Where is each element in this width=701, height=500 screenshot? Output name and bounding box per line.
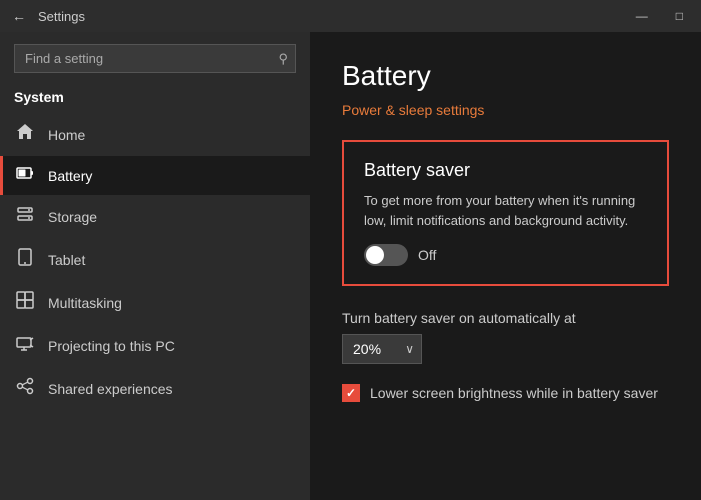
sidebar-item-label-shared: Shared experiences [48, 381, 173, 397]
home-icon [14, 123, 36, 146]
sidebar-item-label-multitasking: Multitasking [48, 295, 122, 311]
sidebar-item-battery[interactable]: Battery [0, 156, 310, 195]
sidebar: ⚲ System Home Battery [0, 32, 310, 500]
sidebar-section-label: System [0, 83, 310, 113]
project-icon [14, 334, 36, 357]
main-layout: ⚲ System Home Battery [0, 32, 701, 500]
sidebar-item-projecting[interactable]: Projecting to this PC [0, 324, 310, 367]
minimize-button[interactable]: — [630, 7, 654, 25]
dropdown-wrapper: 10% 20% 30% 50% [342, 334, 422, 364]
brightness-row: ✓ Lower screen brightness while in batte… [342, 384, 669, 402]
sidebar-item-label-battery: Battery [48, 168, 92, 184]
battery-saver-toggle[interactable] [364, 244, 408, 266]
tablet-icon [14, 248, 36, 271]
toggle-row: Off [364, 244, 647, 266]
search-icon: ⚲ [278, 51, 288, 67]
shared-icon [14, 377, 36, 400]
titlebar: ← Settings — □ [0, 0, 701, 32]
sidebar-item-home[interactable]: Home [0, 113, 310, 156]
sidebar-item-tablet[interactable]: Tablet [0, 238, 310, 281]
multitask-icon [14, 291, 36, 314]
battery-percentage-dropdown[interactable]: 10% 20% 30% 50% [342, 334, 422, 364]
page-title: Battery [342, 60, 669, 92]
content-area: Battery Power & sleep settings Battery s… [310, 32, 701, 500]
battery-saver-description: To get more from your battery when it's … [364, 191, 647, 230]
battery-saver-card: Battery saver To get more from your batt… [342, 140, 669, 286]
window-controls: — □ [630, 7, 689, 25]
auto-section: Turn battery saver on automatically at 1… [342, 310, 669, 364]
sidebar-item-label-projecting: Projecting to this PC [48, 338, 175, 354]
maximize-button[interactable]: □ [670, 7, 689, 25]
storage-icon [14, 205, 36, 228]
checkbox-check-icon: ✓ [346, 386, 356, 400]
search-container: ⚲ [14, 44, 296, 73]
brightness-checkbox[interactable]: ✓ [342, 384, 360, 402]
sidebar-item-multitasking[interactable]: Multitasking [0, 281, 310, 324]
sidebar-item-label-tablet: Tablet [48, 252, 85, 268]
sidebar-item-shared[interactable]: Shared experiences [0, 367, 310, 410]
battery-saver-title: Battery saver [364, 160, 647, 181]
sidebar-item-storage[interactable]: Storage [0, 195, 310, 238]
dropdown-row: 10% 20% 30% 50% [342, 334, 669, 364]
sidebar-item-label-storage: Storage [48, 209, 97, 225]
search-input[interactable] [14, 44, 296, 73]
titlebar-title: Settings [38, 9, 85, 24]
power-sleep-link[interactable]: Power & sleep settings [342, 102, 484, 118]
back-button[interactable]: ← [12, 8, 26, 24]
toggle-knob [366, 246, 384, 264]
auto-section-label: Turn battery saver on automatically at [342, 310, 669, 326]
battery-icon [14, 166, 36, 185]
brightness-label: Lower screen brightness while in battery… [370, 385, 658, 401]
sidebar-item-label-home: Home [48, 127, 85, 143]
toggle-label: Off [418, 247, 436, 263]
